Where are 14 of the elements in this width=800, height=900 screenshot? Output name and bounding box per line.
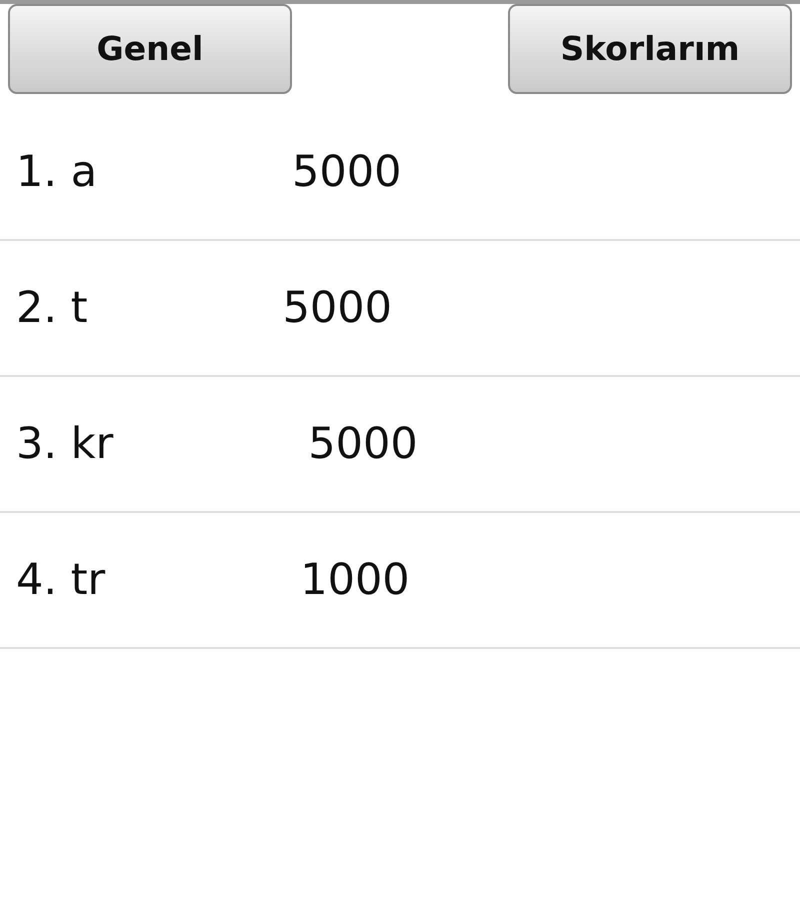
score-row[interactable]: 1. a 5000 [0, 95, 800, 241]
tab-button[interactable]: Genel [8, 4, 292, 94]
score-row[interactable]: 3. kr 5000 [0, 377, 800, 513]
score-value: 5000 [308, 418, 418, 471]
tab-button[interactable]: Skorlarım [508, 4, 792, 94]
player-name: 4. tr [16, 554, 106, 607]
score-value: 5000 [282, 282, 392, 335]
score-row[interactable]: 4. tr 1000 [0, 513, 800, 649]
score-row[interactable]: 2. t 5000 [0, 241, 800, 377]
score-value: 5000 [292, 146, 402, 199]
player-name: 2. t [16, 282, 88, 335]
score-value: 1000 [300, 554, 410, 607]
player-name: 1. a [16, 146, 98, 199]
player-name: 3. kr [16, 418, 114, 471]
